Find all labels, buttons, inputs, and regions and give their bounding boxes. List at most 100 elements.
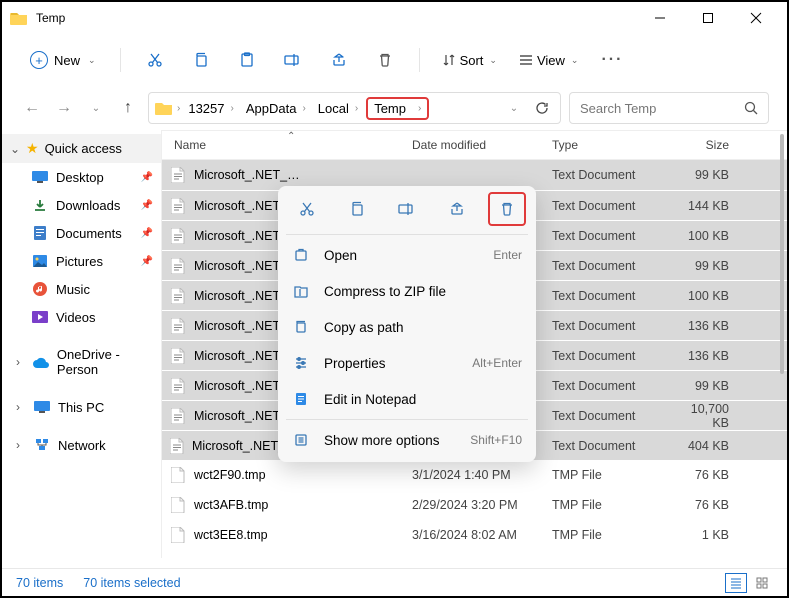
paste-button[interactable]: [227, 41, 267, 79]
recent-button[interactable]: ⌄: [84, 96, 108, 120]
ctx-delete-button[interactable]: [488, 192, 526, 226]
address-bar[interactable]: › 13257› AppData› Local› Temp› ⌄: [148, 92, 561, 124]
file-size: 100 KB: [677, 289, 737, 303]
maximize-button[interactable]: [685, 3, 731, 33]
file-row[interactable]: wct3EE8.tmp3/16/2024 8:02 AMTMP File1 KB: [162, 520, 787, 550]
notepad-icon: [292, 392, 310, 406]
window-title: Temp: [36, 11, 637, 25]
ctx-rename-button[interactable]: [388, 192, 426, 226]
file-date: 2/29/2024 3:20 PM: [412, 498, 552, 512]
file-icon: [170, 497, 186, 513]
more-button[interactable]: ···: [592, 41, 632, 79]
nav-item-desktop[interactable]: Desktop📌: [2, 163, 161, 191]
rename-button[interactable]: [273, 41, 313, 79]
nav-item-pictures[interactable]: Pictures📌: [2, 247, 161, 275]
back-button[interactable]: ←: [20, 96, 44, 120]
chevron-right-icon[interactable]: ›: [177, 103, 180, 114]
nav-item-documents[interactable]: Documents📌: [2, 219, 161, 247]
ctx-properties[interactable]: PropertiesAlt+Enter: [278, 345, 536, 381]
quick-access-header[interactable]: ⌄ ★ Quick access: [2, 134, 161, 163]
sort-icon: [442, 53, 456, 67]
vertical-scrollbar[interactable]: [775, 134, 787, 554]
new-button[interactable]: + New ⌄: [20, 47, 106, 73]
file-icon: [170, 198, 186, 214]
titlebar: Temp: [2, 2, 787, 34]
delete-button[interactable]: [365, 41, 405, 79]
chevron-right-icon: ›: [16, 438, 26, 452]
breadcrumb-current[interactable]: Temp›: [366, 97, 429, 120]
column-date[interactable]: Date modified: [412, 138, 552, 152]
file-icon: [170, 288, 186, 304]
up-button[interactable]: ↑: [116, 96, 140, 120]
file-name: Microsoft_.NET_: [194, 199, 287, 213]
column-type[interactable]: Type: [552, 138, 677, 152]
details-view-toggle[interactable]: [725, 573, 747, 593]
file-name: Microsoft_.NET_: [194, 319, 287, 333]
ctx-notepad[interactable]: Edit in Notepad: [278, 381, 536, 417]
file-row[interactable]: wct3AFB.tmp2/29/2024 3:20 PMTMP File76 K…: [162, 490, 787, 520]
file-icon: [170, 408, 186, 424]
shortcut-label: Enter: [493, 248, 522, 262]
breadcrumb-item[interactable]: 13257›: [184, 99, 238, 118]
thumbnails-view-toggle[interactable]: [751, 573, 773, 593]
nav-item-music[interactable]: Music: [2, 275, 161, 303]
file-type: Text Document: [552, 319, 677, 333]
ctx-cut-button[interactable]: [288, 192, 326, 226]
ctx-more[interactable]: Show more optionsShift+F10: [278, 422, 536, 458]
downloads-icon: [32, 197, 48, 213]
onedrive-icon: [33, 354, 49, 370]
file-name: Microsoft_.NET_: [194, 349, 287, 363]
desktop-icon: [32, 169, 48, 185]
ctx-zip[interactable]: Compress to ZIP file: [278, 273, 536, 309]
view-button[interactable]: View ⌄: [511, 49, 587, 72]
file-type: TMP File: [552, 468, 677, 482]
nav-root-thispc[interactable]: ›This PC: [2, 393, 161, 421]
ctx-copy-button[interactable]: [338, 192, 376, 226]
refresh-button[interactable]: [530, 96, 554, 120]
forward-button[interactable]: →: [52, 96, 76, 120]
file-row[interactable]: wct2F90.tmp3/1/2024 1:40 PMTMP File76 KB: [162, 460, 787, 490]
ctx-open[interactable]: OpenEnter: [278, 237, 536, 273]
network-icon: [34, 437, 50, 453]
search-box[interactable]: Search Temp: [569, 92, 769, 124]
pin-icon: 📌: [141, 228, 153, 239]
minimize-button[interactable]: [637, 3, 683, 33]
zip-icon: [292, 284, 310, 298]
file-icon: [170, 228, 186, 244]
file-type: Text Document: [552, 379, 677, 393]
close-button[interactable]: [733, 3, 779, 33]
cut-button[interactable]: [135, 41, 175, 79]
file-icon: [170, 378, 186, 394]
navigation-row: ← → ⌄ ↑ › 13257› AppData› Local› Temp› ⌄…: [2, 86, 787, 130]
file-name: Microsoft_.NET_…: [194, 168, 300, 182]
chevron-right-icon: ›: [16, 355, 25, 369]
ctx-share-button[interactable]: [438, 192, 476, 226]
column-name[interactable]: ⌃Name: [162, 138, 412, 152]
file-size: 144 KB: [677, 199, 737, 213]
chevron-down-icon: ⌄: [88, 55, 96, 66]
chevron-up-icon: ⌃: [287, 131, 295, 142]
file-name: wct3EE8.tmp: [194, 528, 268, 542]
file-size: 1 KB: [677, 528, 737, 542]
nav-root-onedrive[interactable]: ›OneDrive - Person: [2, 341, 161, 383]
copy-button[interactable]: [181, 41, 221, 79]
sort-button[interactable]: Sort ⌄: [434, 49, 505, 72]
file-icon: [170, 348, 186, 364]
breadcrumb-item[interactable]: Local›: [314, 99, 362, 118]
share-button[interactable]: [319, 41, 359, 79]
file-icon: [170, 258, 186, 274]
file-type: Text Document: [552, 259, 677, 273]
file-size: 99 KB: [677, 259, 737, 273]
nav-root-network[interactable]: ›Network: [2, 431, 161, 459]
ctx-copypath[interactable]: Copy as path: [278, 309, 536, 345]
address-dropdown[interactable]: ⌄: [502, 96, 526, 120]
chevron-down-icon: ⌄: [489, 55, 497, 66]
file-size: 136 KB: [677, 349, 737, 363]
file-name: wct2F90.tmp: [194, 468, 266, 482]
nav-item-downloads[interactable]: Downloads📌: [2, 191, 161, 219]
file-size: 404 KB: [677, 439, 737, 453]
column-size[interactable]: Size: [677, 138, 737, 152]
file-type: Text Document: [552, 289, 677, 303]
nav-item-videos[interactable]: Videos: [2, 303, 161, 331]
breadcrumb-item[interactable]: AppData›: [242, 99, 310, 118]
